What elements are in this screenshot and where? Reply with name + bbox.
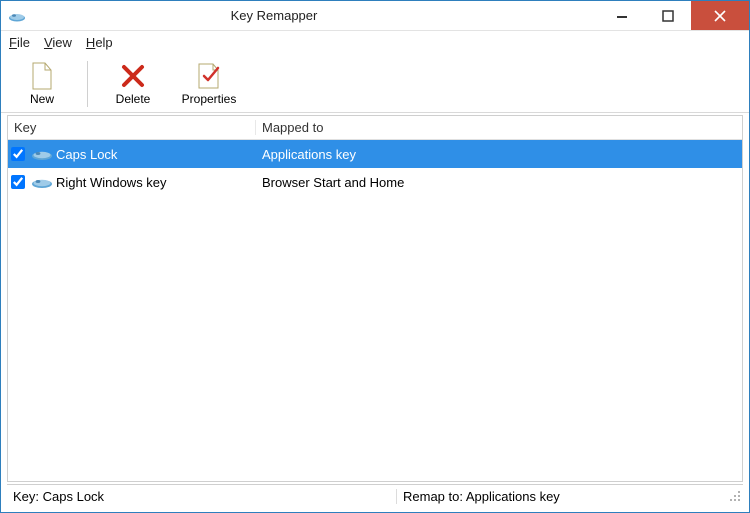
row-checkbox[interactable] — [11, 175, 25, 189]
menu-file[interactable]: File — [9, 35, 30, 50]
toolbar-separator — [87, 61, 88, 107]
row-key: Caps Lock — [56, 147, 256, 162]
statusbar: Key: Caps Lock Remap to: Applications ke… — [7, 484, 743, 508]
delete-icon — [119, 62, 147, 90]
toolbar: New Delete Properties — [1, 53, 749, 113]
maximize-button[interactable] — [645, 1, 691, 30]
rows-container: Caps LockApplications keyRight Windows k… — [8, 140, 742, 481]
new-label: New — [30, 92, 54, 106]
table-row[interactable]: Right Windows keyBrowser Start and Home — [8, 168, 742, 196]
row-mapped: Browser Start and Home — [256, 175, 742, 190]
minimize-button[interactable] — [599, 1, 645, 30]
delete-label: Delete — [116, 92, 151, 106]
titlebar: Key Remapper — [1, 1, 749, 31]
delete-button[interactable]: Delete — [96, 56, 170, 112]
menu-view[interactable]: View — [44, 35, 72, 50]
minimize-icon — [616, 10, 628, 22]
properties-label: Properties — [182, 92, 237, 106]
row-key: Right Windows key — [56, 175, 256, 190]
table-row[interactable]: Caps LockApplications key — [8, 140, 742, 168]
row-mapped: Applications key — [256, 147, 742, 162]
window-title: Key Remapper — [0, 8, 599, 23]
resize-grip[interactable] — [725, 490, 743, 504]
row-checkbox-cell — [8, 147, 28, 161]
mapping-list: Key Mapped to Caps LockApplications keyR… — [7, 115, 743, 482]
maximize-icon — [662, 10, 674, 22]
column-headers: Key Mapped to — [8, 116, 742, 140]
app-window: Key Remapper File View Help — [0, 0, 750, 513]
menubar: File View Help — [1, 31, 749, 53]
row-checkbox[interactable] — [11, 147, 25, 161]
new-file-icon — [28, 62, 56, 90]
close-button[interactable] — [691, 1, 749, 30]
column-header-key[interactable]: Key — [8, 120, 256, 135]
status-remap: Remap to: Applications key — [397, 489, 725, 504]
column-header-mapped[interactable]: Mapped to — [256, 120, 742, 135]
key-icon — [28, 174, 56, 190]
resize-grip-icon — [729, 490, 741, 502]
menu-help[interactable]: Help — [86, 35, 113, 50]
new-button[interactable]: New — [5, 56, 79, 112]
properties-icon — [195, 62, 223, 90]
properties-button[interactable]: Properties — [172, 56, 246, 112]
status-key: Key: Caps Lock — [7, 489, 397, 504]
window-controls — [599, 1, 749, 30]
close-icon — [714, 10, 726, 22]
key-icon — [28, 146, 56, 162]
row-checkbox-cell — [8, 175, 28, 189]
